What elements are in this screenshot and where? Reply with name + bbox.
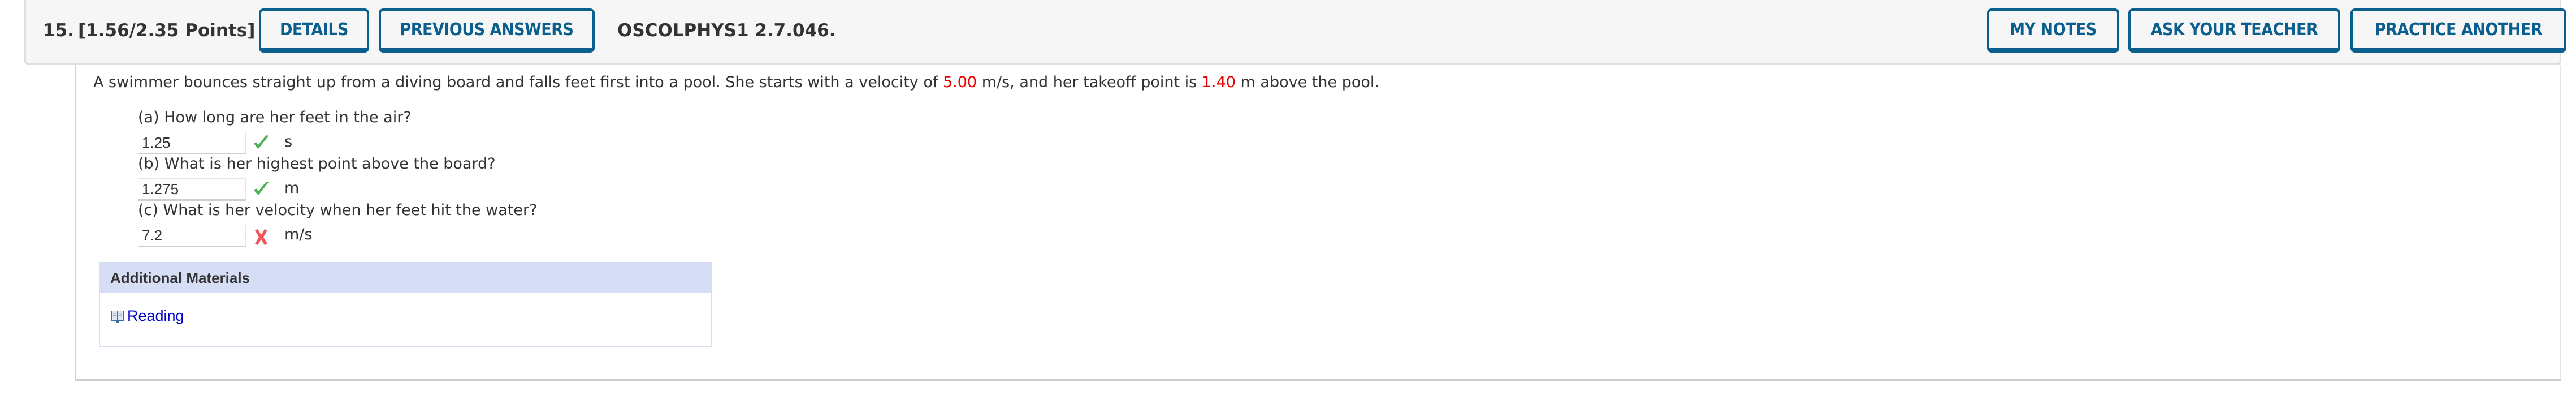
problem-text: m/s, and her takeoff point is (977, 74, 1202, 91)
panel-border (2560, 65, 2561, 379)
my-notes-button[interactable]: MY NOTES (1987, 8, 2119, 53)
practice-another-button[interactable]: PRACTICE ANOTHER (2350, 8, 2566, 53)
problem-code: OSCOLPHYS1 2.7.046. (617, 20, 836, 41)
points-score: [1.56/2.35 Points] (78, 20, 256, 41)
question-header: 15. [1.56/2.35 Points] DETAILS PREVIOUS … (24, 0, 2566, 65)
part-c-unit: m/s (284, 226, 313, 243)
problem-text: m above the pool. (1235, 74, 1379, 91)
details-button[interactable]: DETAILS (259, 8, 369, 53)
question-body: A swimmer bounces straight up from a div… (75, 65, 2561, 381)
book-icon (111, 310, 124, 323)
x-mark-icon (255, 229, 267, 245)
part-a-answer-input[interactable] (138, 132, 246, 154)
checkmark-icon (254, 182, 269, 195)
part-a-label: (a) How long are her feet in the air? (138, 109, 412, 126)
additional-materials-box: Additional Materials Reading (99, 262, 712, 347)
problem-text: A swimmer bounces straight up from a div… (93, 74, 943, 91)
part-c-label: (c) What is her velocity when her feet h… (138, 201, 538, 219)
reading-link[interactable]: Reading (110, 307, 184, 325)
part-b-label: (b) What is her highest point above the … (138, 155, 496, 173)
part-b-unit: m (284, 179, 300, 197)
height-value: 1.40 (1201, 74, 1236, 91)
part-a-unit: s (284, 133, 293, 151)
ask-your-teacher-button[interactable]: ASK YOUR TEACHER (2128, 8, 2340, 53)
part-b-answer-input[interactable] (138, 178, 246, 201)
problem-statement: A swimmer bounces straight up from a div… (93, 74, 1379, 91)
question-number: 15. (43, 20, 74, 41)
velocity-value: 5.00 (942, 74, 977, 91)
reading-link-label: Reading (127, 307, 184, 324)
part-c-answer-input[interactable] (138, 225, 246, 247)
previous-answers-button[interactable]: PREVIOUS ANSWERS (379, 8, 595, 53)
checkmark-icon (254, 135, 269, 149)
additional-materials-title: Additional Materials (100, 263, 711, 293)
